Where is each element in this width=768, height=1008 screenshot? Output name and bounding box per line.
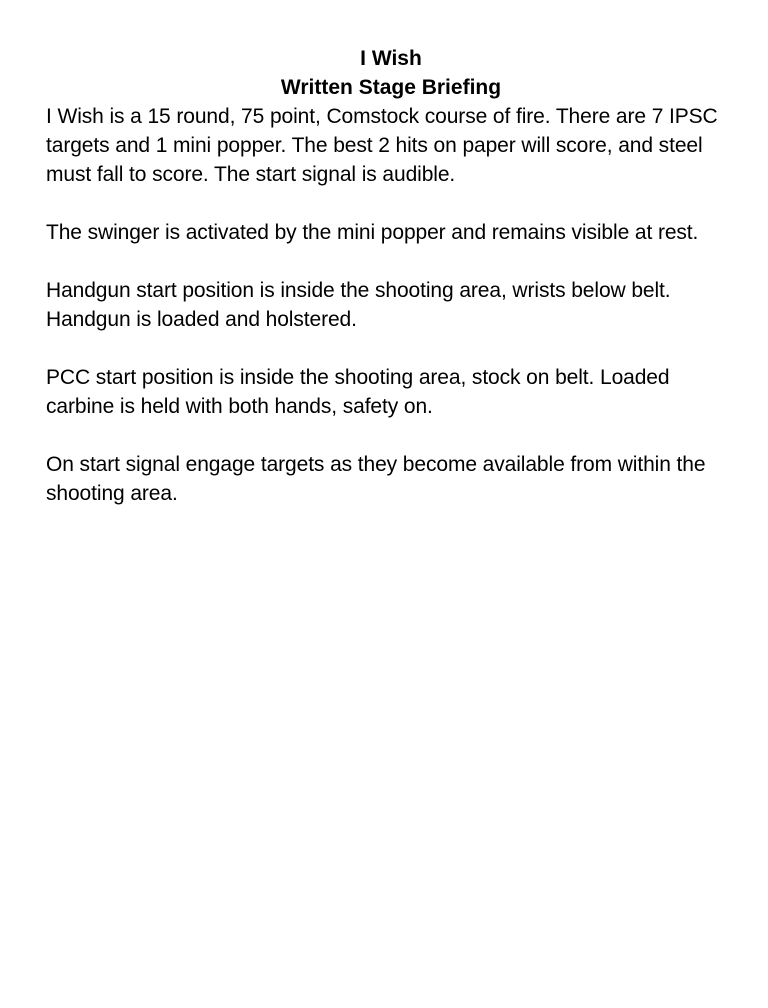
document-title: I Wish [360,47,422,70]
briefing-paragraph-overview: I Wish is a 15 round, 75 point, Comstock… [46,105,718,186]
stage-briefing-page: I Wish Written Stage Briefing I Wish is … [46,44,736,537]
briefing-paragraph-swinger: The swinger is activated by the mini pop… [46,221,699,244]
briefing-paragraph-pcc-start: PCC start position is inside the shootin… [46,366,670,418]
briefing-paragraph-procedure: On start signal engage targets as they b… [46,453,706,505]
document-subtitle: Written Stage Briefing [280,76,502,99]
briefing-paragraph-handgun-start: Handgun start position is inside the sho… [46,279,671,331]
